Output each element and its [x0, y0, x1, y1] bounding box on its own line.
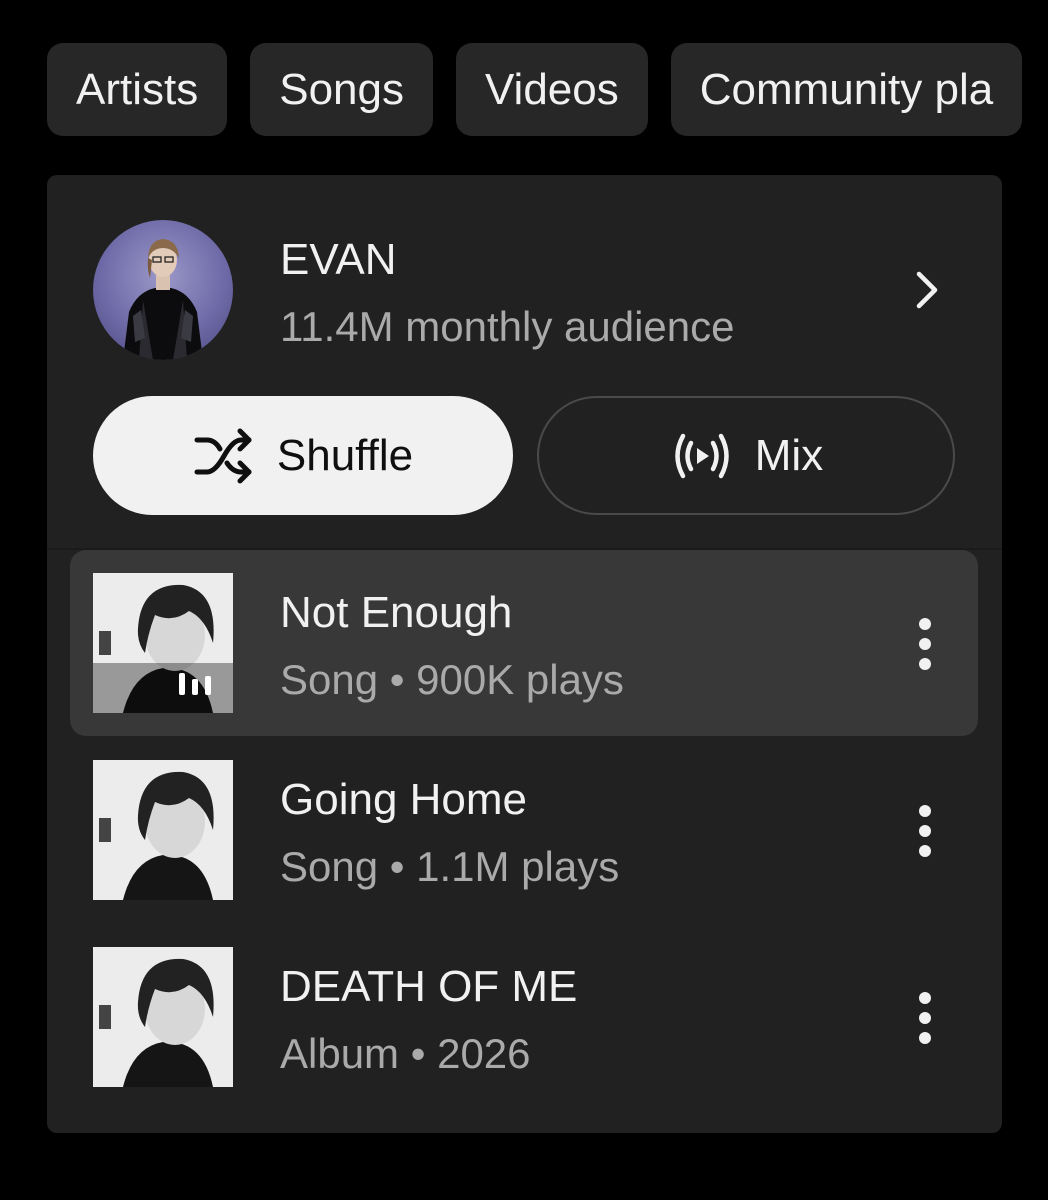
album-art-image [93, 947, 233, 1087]
mix-button[interactable]: Mix [537, 396, 955, 515]
radio-broadcast-icon [675, 433, 729, 478]
album-art-image [93, 573, 233, 713]
row-title: Going Home [280, 775, 528, 824]
artist-portrait-image [123, 239, 203, 360]
filter-chips: Artists Songs Videos Community pla [47, 43, 1023, 136]
mix-label: Mix [754, 430, 824, 480]
top-result-card: EVAN 11.4M monthly audience Shuffle Mix … [47, 175, 1002, 1133]
artist-row[interactable]: EVAN 11.4M monthly audience [47, 175, 1002, 395]
artist-name: EVAN [280, 235, 397, 284]
result-row-death-of-me[interactable]: DEATH OF ME Album • 2026 [70, 924, 978, 1110]
shuffle-label: Shuffle [276, 430, 414, 480]
album-art [93, 573, 233, 713]
row-subtitle: Song • 900K plays [280, 656, 624, 703]
more-vert-icon[interactable] [910, 616, 940, 672]
chip-songs[interactable]: Songs [250, 43, 433, 136]
more-vert-icon[interactable] [910, 990, 940, 1046]
shuffle-icon [194, 428, 252, 483]
row-subtitle: Song • 1.1M plays [280, 843, 620, 890]
album-art [93, 947, 233, 1087]
shuffle-button[interactable]: Shuffle [93, 396, 513, 515]
chip-artists[interactable]: Artists [47, 43, 228, 136]
artist-avatar [93, 220, 233, 360]
more-vert-icon[interactable] [910, 803, 940, 859]
search-results-page: Artists Songs Videos Community pla EVAN … [0, 0, 1048, 1200]
chip-community-playlists[interactable]: Community pla [670, 43, 1023, 136]
result-row-going-home[interactable]: Going Home Song • 1.1M plays [70, 737, 978, 923]
chip-videos[interactable]: Videos [456, 43, 648, 136]
artist-subtitle: 11.4M monthly audience [280, 303, 735, 350]
row-subtitle: Album • 2026 [280, 1030, 531, 1077]
chevron-right-icon[interactable] [907, 270, 947, 310]
album-art [93, 760, 233, 900]
row-title: DEATH OF ME [280, 962, 578, 1011]
album-art-image [93, 760, 233, 900]
row-title: Not Enough [280, 588, 513, 637]
result-row-not-enough[interactable]: Not Enough Song • 900K plays [70, 550, 978, 736]
